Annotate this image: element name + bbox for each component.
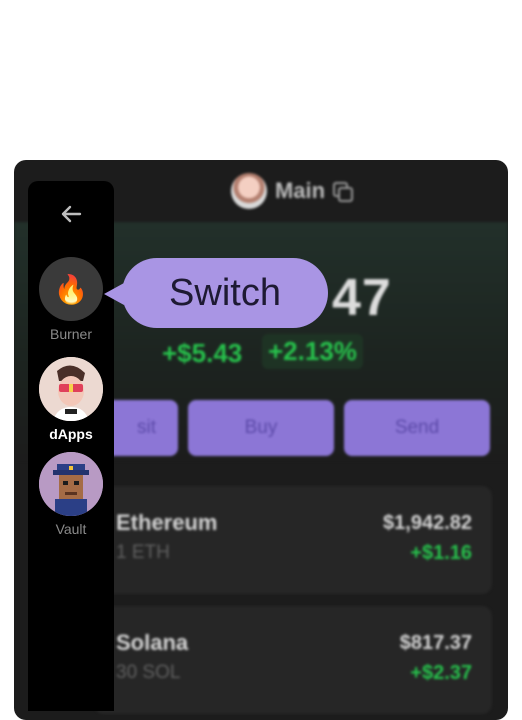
- account-label-dapps: dApps: [49, 426, 93, 442]
- token-change: +$1.16: [410, 542, 472, 564]
- token-row-solana[interactable]: Solana 30 SOL $817.37 +$2.37: [94, 606, 492, 714]
- account-name[interactable]: Main: [275, 178, 325, 204]
- arrow-left-icon[interactable]: [60, 205, 82, 223]
- token-name: Ethereum: [116, 510, 218, 535]
- account-switcher-sidebar: 🔥 Burner dApps Vault: [28, 181, 114, 711]
- account-label-vault: Vault: [55, 521, 87, 537]
- fire-icon: 🔥: [39, 257, 103, 321]
- buy-button[interactable]: Buy: [188, 400, 334, 456]
- pixel-punk-avatar-icon: [39, 452, 103, 516]
- account-vault[interactable]: Vault: [38, 452, 104, 537]
- send-button[interactable]: Send: [344, 400, 490, 456]
- token-change: +$2.37: [410, 662, 472, 684]
- user-avatar-icon[interactable]: [230, 173, 267, 209]
- balance-amount: 47: [332, 269, 392, 327]
- token-row-ethereum[interactable]: Ethereum 1 ETH $1,942.82 +$1.16: [94, 486, 492, 594]
- switch-tooltip: Switch: [104, 258, 328, 328]
- balance-change-usd: +$5.43: [162, 338, 243, 368]
- copy-icon[interactable]: [333, 182, 354, 202]
- token-amount: 30 SOL: [116, 662, 181, 683]
- account-burner[interactable]: 🔥 Burner: [38, 257, 104, 342]
- account-label-burner: Burner: [49, 326, 93, 342]
- balance-change-percent: +2.13%: [262, 334, 363, 369]
- token-name: Solana: [116, 630, 189, 655]
- token-amount: 1 ETH: [116, 542, 170, 563]
- token-value: $817.37: [399, 632, 472, 654]
- token-value: $1,942.82: [383, 512, 472, 534]
- nft-avatar-icon: [39, 357, 103, 421]
- account-dapps[interactable]: dApps: [38, 357, 104, 442]
